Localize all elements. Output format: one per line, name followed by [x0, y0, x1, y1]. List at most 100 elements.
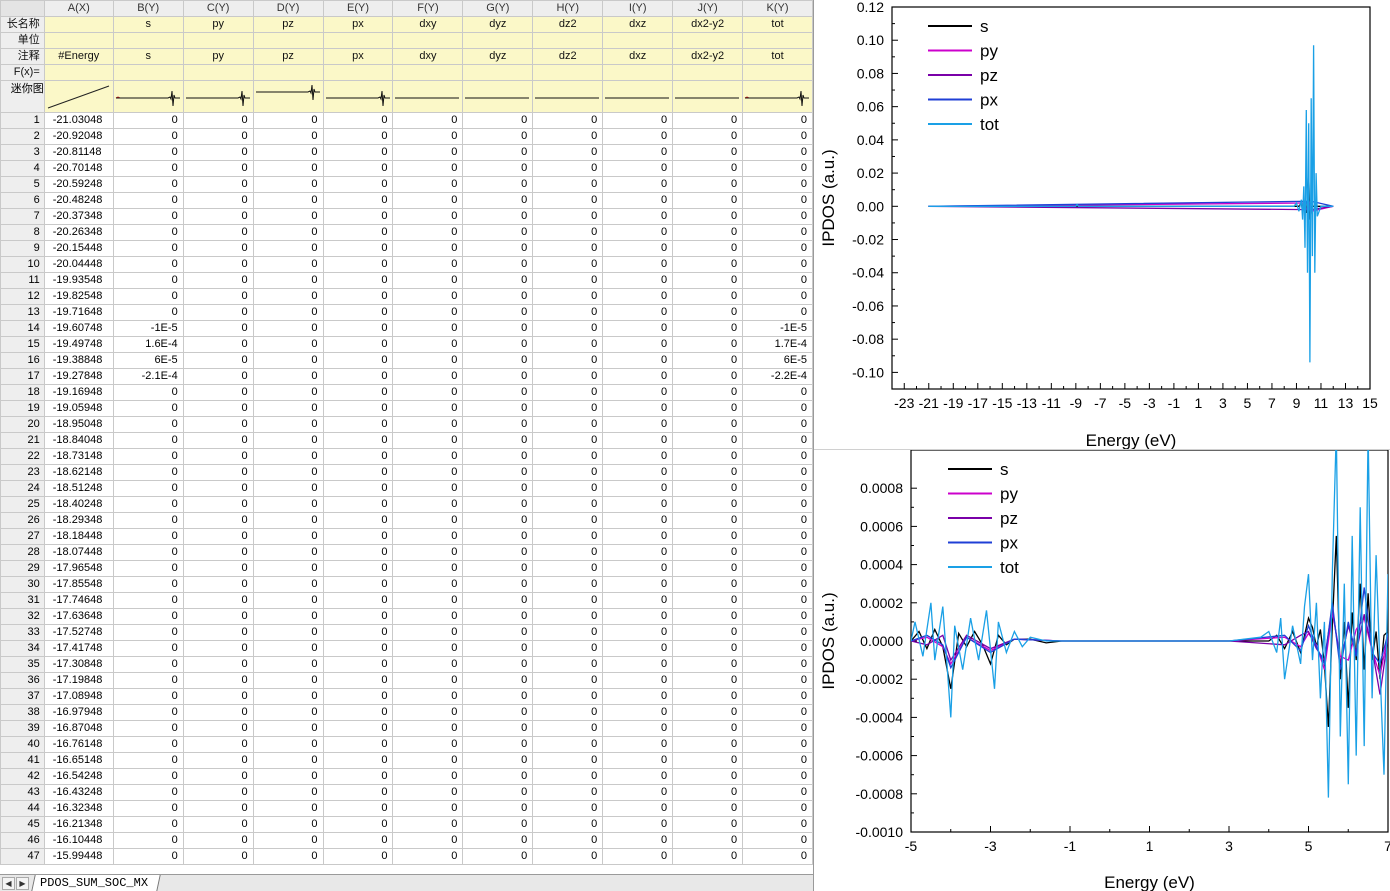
- data-cell[interactable]: 0: [462, 640, 534, 657]
- data-cell[interactable]: 0: [392, 656, 464, 673]
- energy-cell[interactable]: -20.48248: [43, 192, 114, 209]
- energy-cell[interactable]: -16.76148: [43, 736, 114, 753]
- data-cell[interactable]: 0: [602, 224, 674, 241]
- data-cell[interactable]: 0: [112, 224, 184, 241]
- data-cell[interactable]: 0: [532, 288, 604, 305]
- data-cell[interactable]: 0: [182, 512, 254, 529]
- data-cell[interactable]: 0: [252, 144, 324, 161]
- column-header[interactable]: I(Y): [602, 0, 674, 17]
- data-cell[interactable]: 0: [462, 592, 534, 609]
- data-cell[interactable]: 0: [322, 320, 394, 337]
- data-cell[interactable]: 0: [672, 592, 744, 609]
- data-cell[interactable]: 0: [322, 272, 394, 289]
- data-cell[interactable]: 0: [112, 256, 184, 273]
- table-row[interactable]: 30 -17.85548 0 0 0 0 0 0 0 0 0 0: [0, 576, 813, 593]
- row-number[interactable]: 26: [0, 512, 45, 529]
- data-cell[interactable]: 0: [112, 656, 184, 673]
- data-cell[interactable]: 0: [672, 720, 744, 737]
- energy-cell[interactable]: -17.19848: [43, 672, 114, 689]
- data-cell[interactable]: 0: [252, 640, 324, 657]
- data-cell[interactable]: 0: [742, 512, 813, 529]
- column-header[interactable]: A(X): [43, 0, 114, 17]
- data-cell[interactable]: 0: [532, 656, 604, 673]
- data-cell[interactable]: 0: [742, 400, 813, 417]
- data-cell[interactable]: 0: [322, 128, 394, 145]
- row-number[interactable]: 32: [0, 608, 45, 625]
- data-cell[interactable]: 0: [112, 240, 184, 257]
- data-cell[interactable]: 0: [182, 640, 254, 657]
- data-cell[interactable]: 0: [672, 752, 744, 769]
- meta-cell[interactable]: [182, 64, 254, 81]
- data-cell[interactable]: 0: [462, 272, 534, 289]
- data-cell[interactable]: 0: [602, 832, 674, 849]
- column-header[interactable]: G(Y): [462, 0, 534, 17]
- data-cell[interactable]: 0: [602, 208, 674, 225]
- data-cell[interactable]: 0: [322, 288, 394, 305]
- energy-cell[interactable]: -16.21348: [43, 816, 114, 833]
- table-row[interactable]: 45 -16.21348 0 0 0 0 0 0 0 0 0 0: [0, 816, 813, 833]
- row-number[interactable]: 2: [0, 128, 45, 145]
- data-cell[interactable]: 0: [322, 672, 394, 689]
- data-cell[interactable]: 0: [322, 464, 394, 481]
- row-number[interactable]: 38: [0, 704, 45, 721]
- data-cell[interactable]: -1E-5: [112, 320, 184, 337]
- data-cell[interactable]: 0: [182, 256, 254, 273]
- data-cell[interactable]: 0: [602, 624, 674, 641]
- data-cell[interactable]: 0: [602, 816, 674, 833]
- data-cell[interactable]: 0: [322, 688, 394, 705]
- data-cell[interactable]: 0: [602, 352, 674, 369]
- data-cell[interactable]: 0: [252, 720, 324, 737]
- data-cell[interactable]: 0: [112, 176, 184, 193]
- data-cell[interactable]: 0: [672, 160, 744, 177]
- data-cell[interactable]: 0: [602, 448, 674, 465]
- data-cell[interactable]: 0: [252, 112, 324, 129]
- data-cell[interactable]: 0: [392, 240, 464, 257]
- data-cell[interactable]: 0: [742, 256, 813, 273]
- data-cell[interactable]: 0: [252, 672, 324, 689]
- data-cell[interactable]: 0: [392, 752, 464, 769]
- data-cell[interactable]: 0: [532, 528, 604, 545]
- data-cell[interactable]: 0: [532, 400, 604, 417]
- table-row[interactable]: 13 -19.71648 0 0 0 0 0 0 0 0 0 0: [0, 304, 813, 321]
- data-cell[interactable]: 0: [112, 144, 184, 161]
- table-row[interactable]: 25 -18.40248 0 0 0 0 0 0 0 0 0 0: [0, 496, 813, 513]
- data-cell[interactable]: 0: [742, 624, 813, 641]
- sparkline-cell[interactable]: [602, 80, 674, 113]
- data-cell[interactable]: 0: [392, 128, 464, 145]
- meta-cell[interactable]: [602, 32, 674, 49]
- data-cell[interactable]: 0: [742, 240, 813, 257]
- data-cell[interactable]: 0: [532, 544, 604, 561]
- data-cell[interactable]: 0: [742, 448, 813, 465]
- data-cell[interactable]: 0: [392, 144, 464, 161]
- data-cell[interactable]: 0: [392, 368, 464, 385]
- data-cell[interactable]: 0: [182, 448, 254, 465]
- data-cell[interactable]: 0: [392, 704, 464, 721]
- row-number[interactable]: 23: [0, 464, 45, 481]
- data-cell[interactable]: 0: [532, 256, 604, 273]
- data-cell[interactable]: 0: [602, 848, 674, 865]
- data-cell[interactable]: 0: [532, 112, 604, 129]
- data-cell[interactable]: 0: [532, 224, 604, 241]
- data-cell[interactable]: 0: [602, 736, 674, 753]
- data-cell[interactable]: 0: [602, 128, 674, 145]
- sparkline-cell[interactable]: [112, 80, 184, 113]
- data-cell[interactable]: 0: [182, 848, 254, 865]
- data-cell[interactable]: 0: [252, 592, 324, 609]
- meta-cell[interactable]: [602, 64, 674, 81]
- data-cell[interactable]: 0: [602, 320, 674, 337]
- data-cell[interactable]: 0: [322, 224, 394, 241]
- row-number[interactable]: 47: [0, 848, 45, 865]
- data-cell[interactable]: 0: [182, 304, 254, 321]
- data-cell[interactable]: 0: [742, 176, 813, 193]
- data-cell[interactable]: 0: [532, 768, 604, 785]
- data-cell[interactable]: 0: [322, 560, 394, 577]
- energy-cell[interactable]: -18.40248: [43, 496, 114, 513]
- data-cell[interactable]: 0: [462, 752, 534, 769]
- data-cell[interactable]: 0: [322, 400, 394, 417]
- data-cell[interactable]: 0: [392, 672, 464, 689]
- data-cell[interactable]: 0: [182, 544, 254, 561]
- meta-row-label[interactable]: F(x)=: [0, 64, 45, 81]
- data-cell[interactable]: 0: [392, 640, 464, 657]
- data-cell[interactable]: 0: [182, 224, 254, 241]
- data-cell[interactable]: 0: [322, 800, 394, 817]
